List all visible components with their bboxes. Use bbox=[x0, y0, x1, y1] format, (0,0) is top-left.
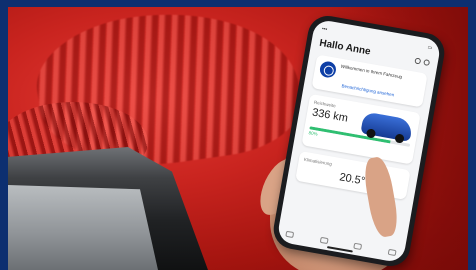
battery-icon: ▭ bbox=[427, 44, 433, 52]
tab-car-icon[interactable] bbox=[319, 236, 329, 245]
notification-text: Willkommen in Ihrem Fahrzeug bbox=[340, 63, 403, 80]
profile-icon[interactable] bbox=[414, 57, 422, 64]
car-door-panel bbox=[8, 185, 158, 270]
settings-icon[interactable] bbox=[423, 58, 431, 66]
tab-home-icon[interactable] bbox=[285, 230, 295, 239]
signal-icon: ▪▪▪ bbox=[321, 25, 328, 33]
brand-logo-icon bbox=[318, 60, 338, 79]
tab-map-icon[interactable] bbox=[353, 242, 363, 251]
photo-scene: ▪▪▪ ▭ Hallo Anne Willkommen in Ihrem Fah… bbox=[8, 7, 468, 270]
tab-profile-icon[interactable] bbox=[387, 248, 397, 257]
